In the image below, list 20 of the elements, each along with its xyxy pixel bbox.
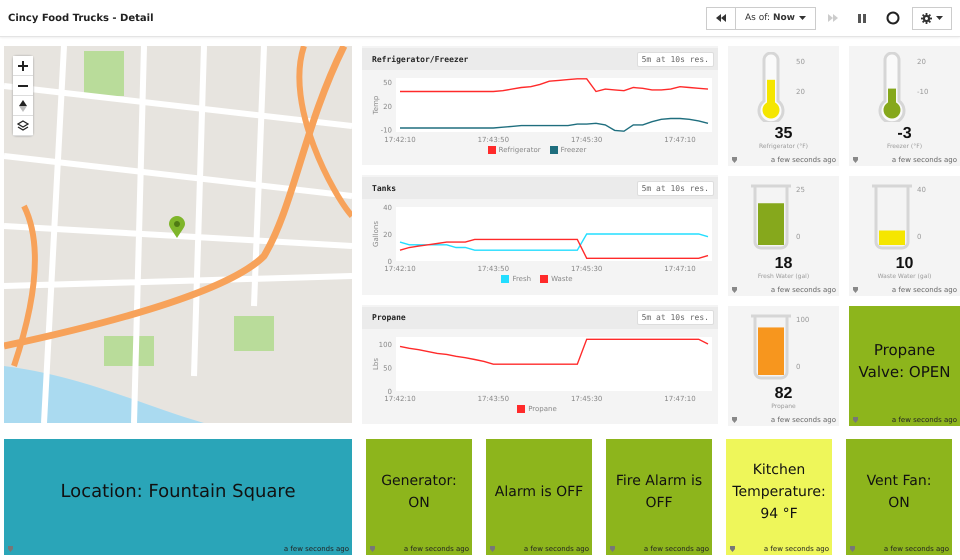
gauge-value: -3 [897,125,912,143]
resolution-label: 5m at 10s res. [636,310,714,326]
status-text: Fire Alarm is OFF [614,472,704,513]
as-of-dropdown[interactable]: As of: Now [736,6,816,30]
status-text: Vent Fan: ON [866,472,932,513]
status-text: Alarm is OFF [494,483,584,502]
status-text: Generator: ON [380,472,458,513]
resolution-label: 5m at 10s res. [636,180,714,196]
gauge-value: 10 [896,255,914,273]
status-text: Kitchen Temperature: 94 °F [732,461,826,524]
chart-title: Tanks [372,184,396,193]
chart-title: Refrigerator/Freezer [372,54,468,64]
chart-title: Propane [372,313,406,322]
gauge-value: 18 [774,255,792,273]
gauge-value: 35 [774,125,792,143]
dashboard-title: Cincy Food Trucks - Detail [8,12,154,24]
resolution-label: 5m at 10s res. [636,52,714,66]
status-text: Propane Valve: OPEN [858,340,952,383]
status-text: Location: Fountain Square [60,481,296,503]
gauge-value: 82 [774,385,792,403]
